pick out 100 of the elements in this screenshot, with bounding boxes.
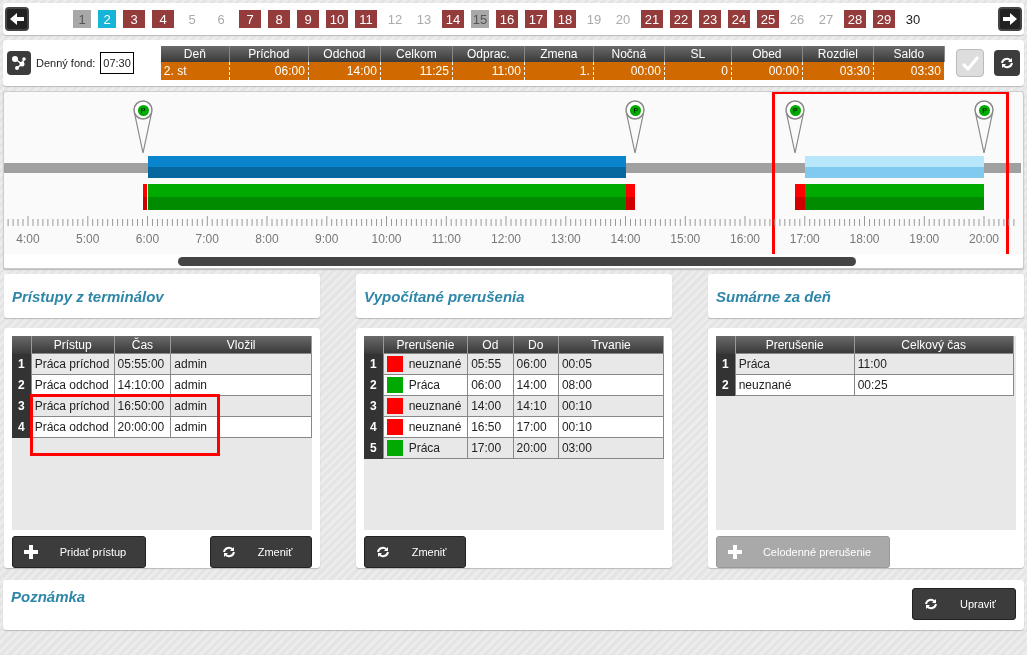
hour-label: 17:00: [789, 232, 820, 246]
left-arrow-icon: [9, 11, 25, 27]
plus-icon: [727, 544, 743, 560]
day-item[interactable]: 10: [326, 10, 348, 28]
hour-label: 7:00: [195, 232, 219, 246]
refresh-icon: [375, 544, 391, 560]
next-button[interactable]: [998, 7, 1022, 31]
table-cell: 11:00: [854, 353, 1014, 375]
refresh-icon: [999, 55, 1015, 71]
column-header: Saldo: [873, 46, 945, 62]
day-item[interactable]: 29: [873, 10, 895, 28]
day-item[interactable]: 18: [554, 10, 576, 28]
day-item[interactable]: 17: [525, 10, 547, 28]
table-cell: neuznané: [735, 374, 855, 396]
day-item[interactable]: 7: [239, 10, 261, 28]
table-cell: Práca príchod: [31, 353, 115, 375]
day-item[interactable]: 3: [123, 10, 145, 28]
day-item[interactable]: 22: [670, 10, 692, 28]
action-button[interactable]: Pridať prístup: [12, 536, 146, 568]
column-header: Čas: [114, 336, 171, 354]
panel-title: Poznámka: [11, 588, 86, 605]
day-item[interactable]: 8: [268, 10, 290, 28]
hour-label: 18:00: [849, 232, 880, 246]
panel-title: Vypočítané prerušenia: [364, 287, 525, 305]
right-arrow-icon: [1002, 11, 1018, 27]
column-header: Odprac.: [452, 46, 525, 62]
table-cell: neuznané: [408, 420, 462, 434]
timeline-track: [984, 163, 1021, 173]
hour-label: 6:00: [135, 232, 160, 246]
table-cell: Práca: [408, 378, 441, 392]
hour-label: 8:00: [255, 232, 279, 246]
table-cell: neuznané: [408, 399, 462, 413]
hour-label: 13:00: [550, 232, 581, 246]
table-cell: 11:25: [380, 62, 453, 80]
table-cell: Práca: [735, 353, 855, 375]
hour-label: 20:00: [969, 232, 999, 246]
action-button[interactable]: Zmeniť: [210, 536, 312, 568]
table-cell: neuznané: [408, 357, 462, 371]
hour-label: 10:00: [371, 232, 402, 246]
panel-title: Prístupy z terminálov: [12, 287, 164, 305]
column-header: Zmena: [524, 46, 594, 62]
column-header: Prerušenie: [735, 336, 855, 354]
table-cell: 00:00: [593, 62, 665, 80]
column-header: Celkový čas: [854, 336, 1014, 354]
action-button[interactable]: Zmeniť: [364, 536, 466, 568]
column-header: Nočná: [593, 46, 665, 62]
table-cell: 06:00: [229, 62, 309, 80]
table-cell: 0: [664, 62, 732, 80]
refresh-button[interactable]: [994, 50, 1020, 76]
hour-label: 11:00: [431, 232, 461, 246]
panel-title: Sumárne za deň: [716, 287, 832, 305]
table-cell: 11:00: [452, 62, 525, 80]
plus-icon: [23, 544, 39, 560]
hour-label: 5:00: [76, 232, 100, 246]
refresh-icon: [923, 596, 939, 612]
day-item[interactable]: 11: [355, 10, 377, 28]
hour-label: 9:00: [315, 232, 339, 246]
table-cell: 00:05: [558, 353, 664, 375]
column-header: Od: [467, 336, 514, 354]
hour-label: 4:00: [16, 232, 40, 246]
day-item[interactable]: 25: [757, 10, 779, 28]
hour-label: 15:00: [670, 232, 701, 246]
table-cell: 2. st: [160, 62, 230, 80]
table-cell: 05:55:00: [114, 353, 171, 375]
daily-fund-field[interactable]: 07:30: [100, 52, 134, 74]
column-header: Rozdiel: [802, 46, 874, 62]
table-cell: 06:00: [513, 353, 559, 375]
column-header: Odchod: [308, 46, 381, 62]
day-item[interactable]: 9: [297, 10, 319, 28]
day-item[interactable]: 28: [844, 10, 866, 28]
day-item[interactable]: 24: [728, 10, 750, 28]
column-header: Obed: [731, 46, 803, 62]
table-cell: 00:00: [731, 62, 803, 80]
day-item[interactable]: 14: [442, 10, 464, 28]
table-cell: 14:00: [308, 62, 381, 80]
network-nodes-icon[interactable]: [7, 51, 31, 75]
column-header: Celkom: [380, 46, 453, 62]
day-item[interactable]: 23: [699, 10, 721, 28]
day-item[interactable]: 30: [902, 10, 924, 28]
table-cell: 03:30: [802, 62, 874, 80]
table-cell: Práca: [408, 441, 441, 455]
day-item[interactable]: 16: [496, 10, 518, 28]
refresh-icon: [221, 544, 237, 560]
previous-button[interactable]: [5, 7, 29, 31]
column-header: Príchod: [229, 46, 309, 62]
hour-label: 14:00: [610, 232, 641, 246]
hour-label: 16:00: [730, 232, 760, 246]
edit-button[interactable]: Upraviť: [912, 588, 1016, 620]
table-cell: admin: [170, 353, 312, 375]
hour-label: 19:00: [909, 232, 940, 246]
column-header: SL: [664, 46, 732, 62]
horizontal-scrollbar[interactable]: [4, 254, 1023, 268]
table-cell: 05:55: [467, 353, 514, 375]
day-item[interactable]: 21: [641, 10, 663, 28]
column-header: Deň: [160, 46, 230, 62]
column-header: Vložil: [170, 336, 312, 354]
column-header: Do: [513, 336, 559, 354]
column-header: Prístup: [31, 336, 115, 354]
column-header: Prerušenie: [383, 336, 468, 354]
day-item[interactable]: 4: [152, 10, 174, 28]
